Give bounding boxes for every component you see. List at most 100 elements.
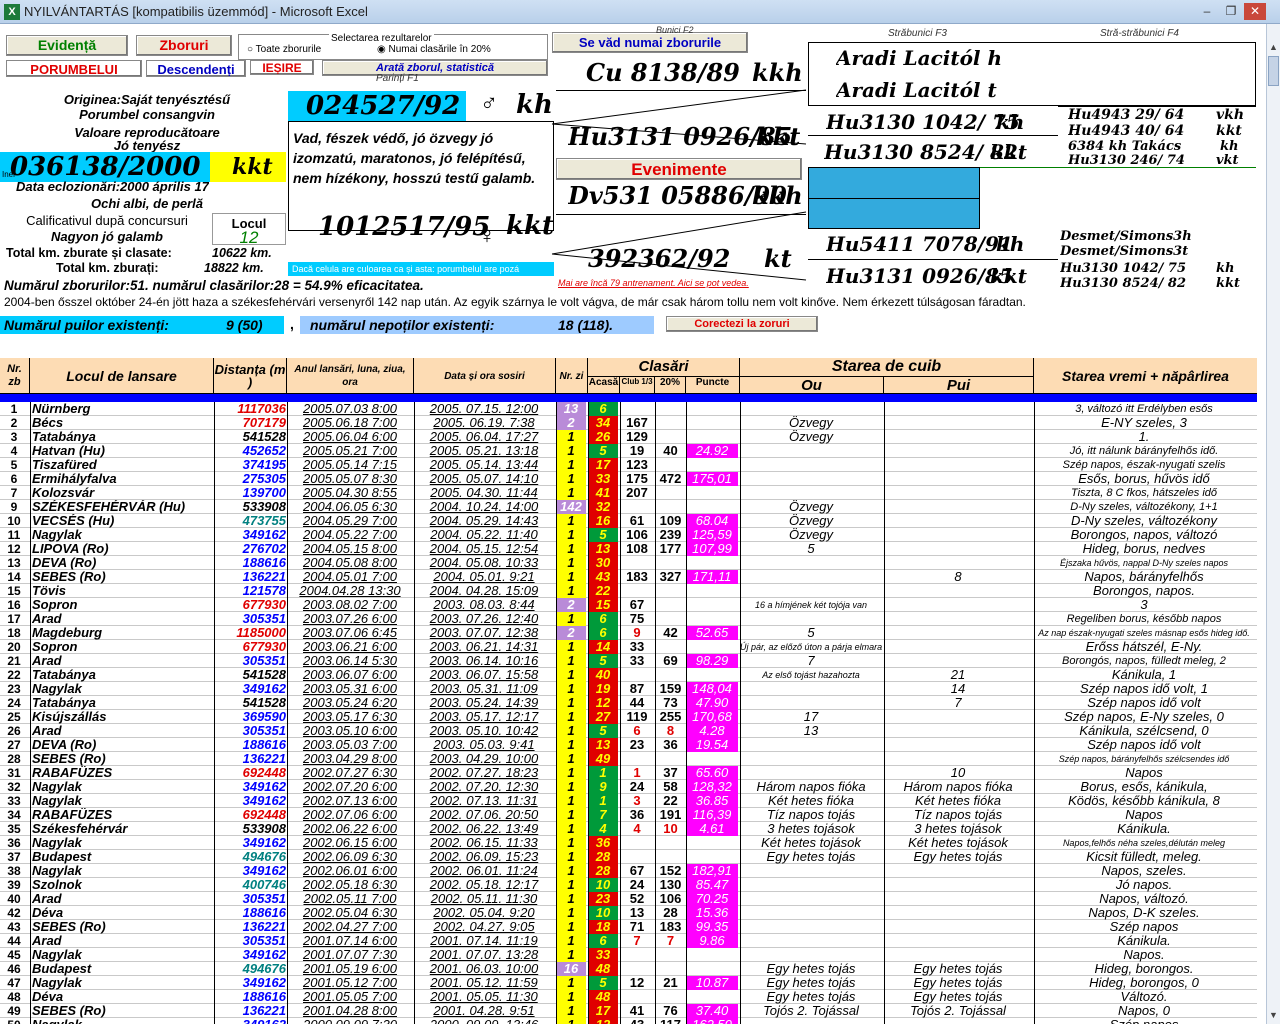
cell-release-time[interactable]: 2003.07.26 6:00	[287, 612, 413, 626]
cell-distance[interactable]: 349162	[214, 794, 286, 808]
cell-nest-egg[interactable]	[740, 906, 882, 920]
cell-club-rank[interactable]: 44	[620, 696, 654, 710]
cell-arrival-time[interactable]: 2003. 05.03. 9:41	[414, 738, 554, 752]
cell-club-rank[interactable]: 13	[620, 906, 654, 920]
cell-distance[interactable]: 541528	[214, 430, 286, 444]
cell-distance[interactable]: 473755	[214, 514, 286, 528]
table-row[interactable]: 37 Budapest 494676 2002.06.09 6:30 2002. 06.…	[0, 850, 1257, 864]
cell-release-place[interactable]: Tatabánya	[32, 430, 212, 444]
cell-release-place[interactable]: Tövis	[32, 584, 212, 598]
cell-distance[interactable]: 533908	[214, 822, 286, 836]
cell-arrival-time[interactable]: 2001. 04.28. 9:51	[414, 1004, 554, 1018]
minimize-button[interactable]: –	[1196, 3, 1218, 20]
cell-nest-young[interactable]	[884, 416, 1032, 430]
cell-points[interactable]	[686, 500, 738, 514]
cell-rank-20pct[interactable]: 130	[655, 878, 686, 892]
cell-club-rank[interactable]	[620, 836, 654, 850]
cell-nest-egg[interactable]: 16 a hímjének két tojója van	[740, 598, 882, 612]
cell-nest-young[interactable]	[884, 724, 1032, 738]
cell-weather[interactable]: Borus, esős, kánikula,	[1034, 780, 1254, 794]
cell-nest-egg[interactable]	[740, 766, 882, 780]
cell-release-place[interactable]: Székesfehérvár	[32, 822, 212, 836]
cell-row-number[interactable]: 43	[0, 920, 28, 934]
cell-row-number[interactable]: 18	[0, 626, 28, 640]
cell-weather[interactable]: Regeliben borus, később napos	[1034, 612, 1254, 626]
cell-release-time[interactable]: 2002.05.11 7:00	[287, 892, 413, 906]
vertical-scrollbar[interactable]: ▲ ▼	[1266, 24, 1280, 1024]
cell-arrival-time[interactable]: 2005. 06.19. 7:38	[414, 416, 554, 430]
cell-rank-20pct[interactable]: 10	[655, 822, 686, 836]
cell-rank-20pct[interactable]: 117	[655, 1018, 686, 1024]
cell-club-rank[interactable]: 108	[620, 542, 654, 556]
cell-home-rank[interactable]: 49	[588, 752, 618, 766]
cell-release-place[interactable]: RABAFÜZES	[32, 766, 212, 780]
cell-nest-egg[interactable]	[740, 458, 882, 472]
cell-home-rank[interactable]: 7	[588, 808, 618, 822]
cell-rank-20pct[interactable]	[655, 486, 686, 500]
cell-distance[interactable]: 188616	[214, 906, 286, 920]
cell-row-number[interactable]: 2	[0, 416, 28, 430]
cell-club-rank[interactable]	[620, 584, 654, 598]
cell-distance[interactable]: 305351	[214, 934, 286, 948]
cell-distance[interactable]: 533908	[214, 500, 286, 514]
radio-all[interactable]: ○ Toate zborurile	[247, 44, 321, 55]
cell-rank-20pct[interactable]: 21	[655, 976, 686, 990]
cell-release-place[interactable]: SEBES (Ro)	[32, 752, 212, 766]
cell-nest-young[interactable]	[884, 892, 1032, 906]
table-row[interactable]: 1 Nürnberg 1117036 2005.07.03 8:00 2005. 07.…	[0, 402, 1257, 416]
cell-release-place[interactable]: SEBES (Ro)	[32, 920, 212, 934]
cell-home-rank[interactable]: 19	[588, 682, 618, 696]
cell-club-rank[interactable]: 61	[620, 514, 654, 528]
cell-points[interactable]: 125,59	[686, 528, 738, 542]
cell-arrival-time[interactable]: 2001. 07.07. 13:28	[414, 948, 554, 962]
cell-rank-20pct[interactable]	[655, 990, 686, 1004]
cell-home-rank[interactable]: 30	[588, 556, 618, 570]
cell-release-time[interactable]: 2003.06.07 6:00	[287, 668, 413, 682]
cell-club-rank[interactable]: 52	[620, 892, 654, 906]
cell-days[interactable]: 1	[556, 934, 586, 948]
cell-release-place[interactable]: Arad	[32, 612, 212, 626]
cell-release-time[interactable]: 2003.04.29 8:00	[287, 752, 413, 766]
cell-club-rank[interactable]: 123	[620, 458, 654, 472]
cell-release-time[interactable]: 2003.06.21 6:00	[287, 640, 413, 654]
cell-release-place[interactable]: Tiszafüred	[32, 458, 212, 472]
cell-points[interactable]	[686, 556, 738, 570]
cell-weather[interactable]: Hideg, borus, nedves	[1034, 542, 1254, 556]
cell-rank-20pct[interactable]	[655, 836, 686, 850]
cell-release-time[interactable]: 2001.07.07 7:30	[287, 948, 413, 962]
cell-days[interactable]: 1	[556, 486, 586, 500]
cell-weather[interactable]: E-NY szeles, 3	[1034, 416, 1254, 430]
cell-release-time[interactable]: 2004.05.01 7:00	[287, 570, 413, 584]
cell-points[interactable]: 99.35	[686, 920, 738, 934]
cell-distance[interactable]: 1185000	[214, 626, 286, 640]
cell-distance[interactable]: 136221	[214, 570, 286, 584]
cell-points[interactable]: 15.36	[686, 906, 738, 920]
cell-release-time[interactable]: 2002.07.06 6:00	[287, 808, 413, 822]
cell-points[interactable]	[686, 402, 738, 416]
table-row[interactable]: 18 Magdeburg 1185000 2003.07.06 6:45 2003. 0…	[0, 626, 1257, 640]
cell-arrival-time[interactable]: 2001. 05.05. 11:30	[414, 990, 554, 1004]
cell-club-rank[interactable]: 4	[620, 822, 654, 836]
cell-nest-young[interactable]	[884, 654, 1032, 668]
cell-row-number[interactable]: 50	[0, 1018, 28, 1024]
cell-release-place[interactable]: Arad	[32, 934, 212, 948]
cell-arrival-time[interactable]: 2002. 06.09. 15:23	[414, 850, 554, 864]
cell-nest-egg[interactable]: 13	[740, 724, 882, 738]
cell-points[interactable]	[686, 962, 738, 976]
cell-release-time[interactable]: 2003.05.03 7:00	[287, 738, 413, 752]
cell-nest-young[interactable]	[884, 542, 1032, 556]
cell-row-number[interactable]: 7	[0, 486, 28, 500]
cell-points[interactable]: 170,68	[686, 710, 738, 724]
cell-release-time[interactable]: 2002.07.20 6:00	[287, 780, 413, 794]
cell-row-number[interactable]: 33	[0, 794, 28, 808]
cell-points[interactable]	[686, 598, 738, 612]
cell-home-rank[interactable]: 36	[588, 836, 618, 850]
cell-rank-20pct[interactable]: 28	[655, 906, 686, 920]
cell-club-rank[interactable]: 23	[620, 738, 654, 752]
cell-days[interactable]: 1	[556, 976, 586, 990]
cell-distance[interactable]: 136221	[214, 920, 286, 934]
cell-nest-young[interactable]: Tojós 2. Tojással	[884, 1004, 1032, 1018]
cell-release-time[interactable]: 2004.05.29 7:00	[287, 514, 413, 528]
cell-weather[interactable]: Az nap észak-nyugati szeles másnap esős …	[1034, 626, 1254, 640]
cell-weather[interactable]: Borongós, napos, fülledt meleg, 2	[1034, 654, 1254, 668]
